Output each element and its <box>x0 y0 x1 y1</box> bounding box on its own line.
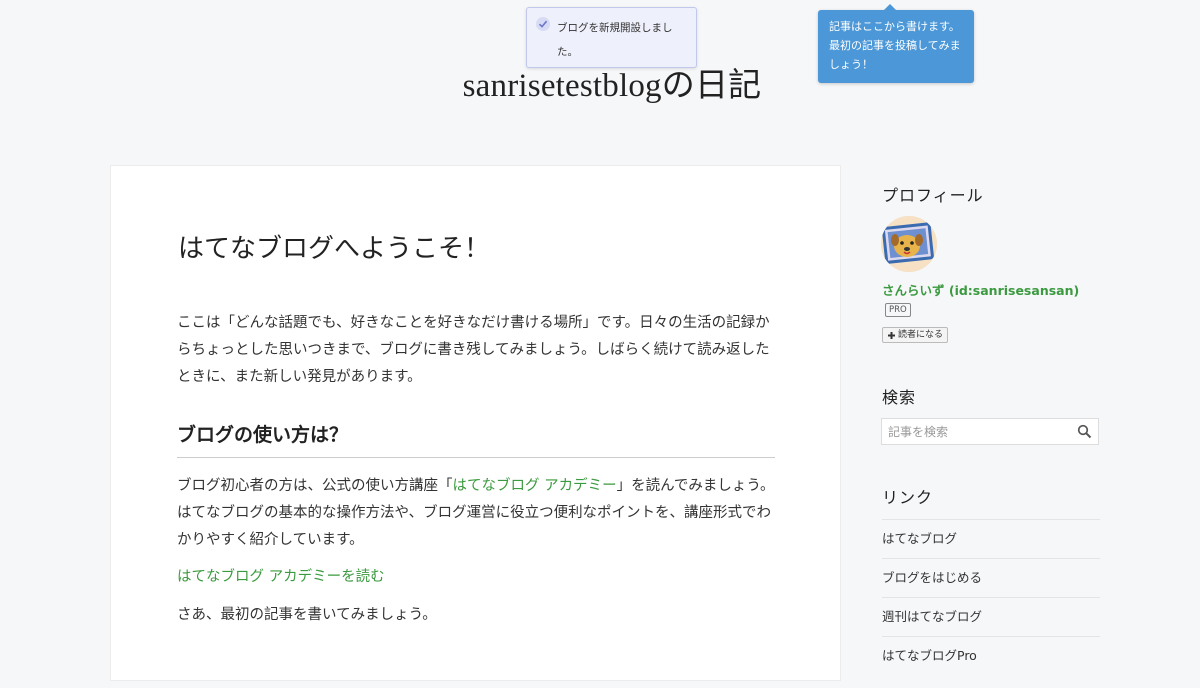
academy-inline-link[interactable]: はてなブログ アカデミー <box>453 478 617 494</box>
dog-avatar-icon <box>881 216 937 272</box>
article-title[interactable]: はてなブログへようこそ！ <box>178 228 490 265</box>
link-item-hatena-blog[interactable]: はてなブログ <box>882 519 1100 558</box>
section-heading: ブログの使い方は？ <box>177 420 775 458</box>
article-intro: ここは「どんな話題でも、好きなことを好きなだけ書ける場所」です。日々の生活の記録… <box>177 315 770 385</box>
search-input[interactable] <box>882 419 1072 444</box>
blog-title[interactable]: sanrisetestblogの日記 <box>0 58 1200 106</box>
article-closing: さあ、最初の記事を書いてみましょう。 <box>177 607 437 623</box>
profile-title: プロフィール <box>882 186 984 205</box>
notification-message: ブログを新規開設しました。 <box>557 22 673 58</box>
search-form <box>881 418 1099 445</box>
link-item-hatena-pro[interactable]: はてなブログPro <box>882 636 1100 675</box>
profile-username-link[interactable]: さんらいず (id:sanrisesansan) <box>882 280 1079 299</box>
search-title: 検索 <box>882 388 917 407</box>
search-icon[interactable] <box>1077 424 1092 439</box>
article-card: はてなブログへようこそ！ ここは「どんな話題でも、好きなことを好きなだけ書ける場… <box>110 165 841 681</box>
academy-link-paragraph: はてなブログ アカデミーを読む <box>177 564 777 591</box>
links-title: リンク <box>882 488 934 507</box>
links-list: はてなブログ ブログをはじめる 週刊はてなブログ はてなブログPro <box>882 519 1100 675</box>
academy-read-link[interactable]: はてなブログ アカデミーを読む <box>177 569 385 585</box>
follow-button[interactable]: 読者になる <box>882 327 949 343</box>
check-icon <box>536 17 550 31</box>
avatar[interactable] <box>881 216 937 272</box>
paragraph-text-before: ブログ初心者の方は、公式の使い方講座「 <box>177 478 453 494</box>
link-item-weekly-hatena[interactable]: 週刊はてなブログ <box>882 597 1100 636</box>
link-item-start-blog[interactable]: ブログをはじめる <box>882 558 1100 597</box>
plus-icon <box>888 331 895 339</box>
follow-label: 読者になる <box>898 330 944 340</box>
article-paragraph: ブログ初心者の方は、公式の使い方講座「はてなブログ アカデミー」を読んでみましょ… <box>177 473 777 554</box>
pro-badge: PRO <box>885 303 911 317</box>
